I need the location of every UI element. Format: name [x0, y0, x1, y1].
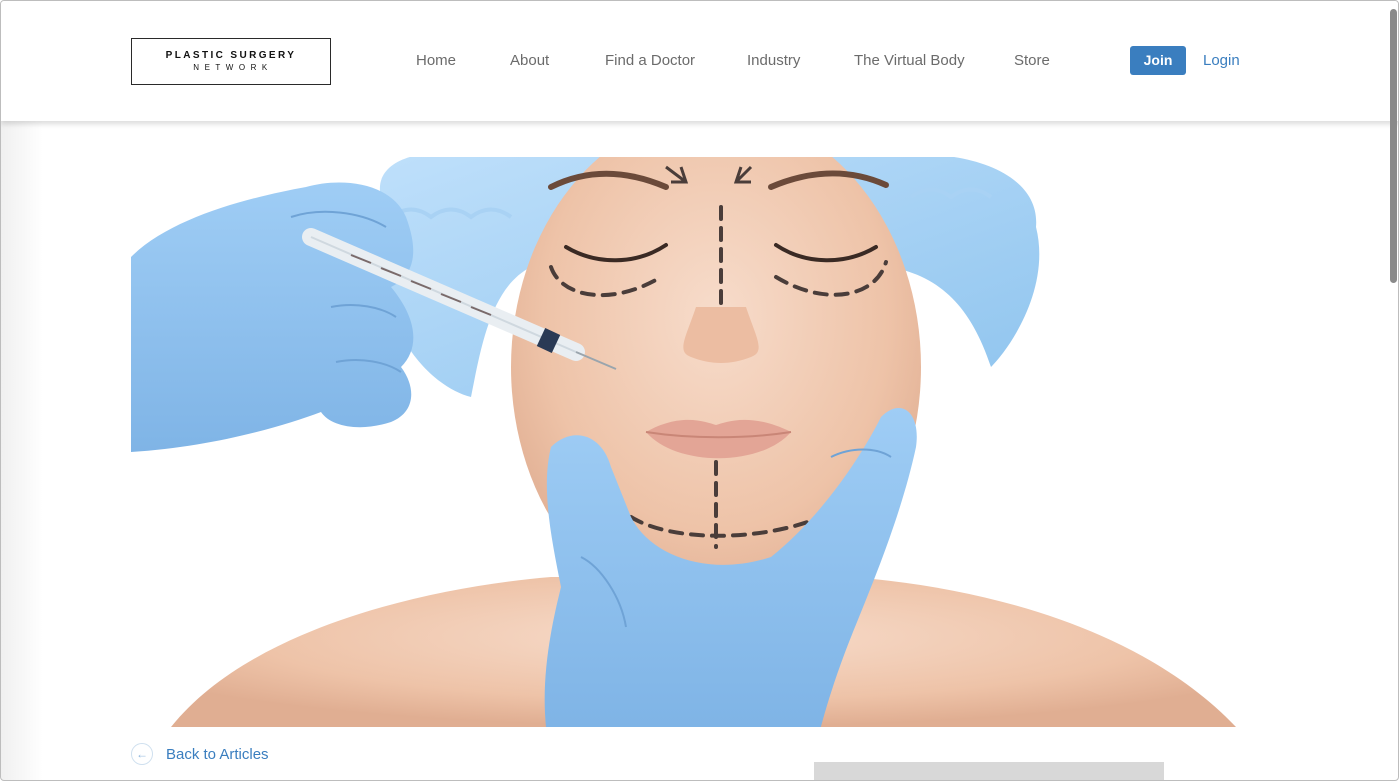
sidebar-placeholder [814, 762, 1164, 780]
hero-illustration [131, 157, 1236, 727]
left-glove [131, 182, 414, 453]
nav-home[interactable]: Home [416, 52, 456, 70]
join-button[interactable]: Join [1130, 46, 1186, 75]
arrow-left-icon: ← [131, 743, 153, 765]
logo-title: PLASTIC SURGERY [165, 49, 297, 61]
back-to-articles-link[interactable]: ← Back to Articles [131, 742, 269, 766]
nav-find-a-doctor[interactable]: Find a Doctor [605, 52, 695, 70]
browser-window: PLASTIC SURGERY NETWORK Home About Find … [0, 0, 1399, 781]
login-link[interactable]: Login [1203, 52, 1240, 70]
nav-virtual-body[interactable]: The Virtual Body [854, 52, 965, 70]
back-to-articles-label: Back to Articles [166, 745, 269, 763]
nav-industry[interactable]: Industry [747, 52, 800, 70]
nav-store[interactable]: Store [1014, 52, 1050, 70]
page-scrollbar[interactable] [1386, 1, 1398, 780]
site-header: PLASTIC SURGERY NETWORK Home About Find … [1, 1, 1398, 121]
site-logo[interactable]: PLASTIC SURGERY NETWORK [131, 38, 331, 85]
nav-about[interactable]: About [510, 52, 549, 70]
hero-image [131, 157, 1271, 727]
logo-subtitle: NETWORK [193, 62, 273, 72]
scrollbar-thumb[interactable] [1390, 9, 1397, 283]
